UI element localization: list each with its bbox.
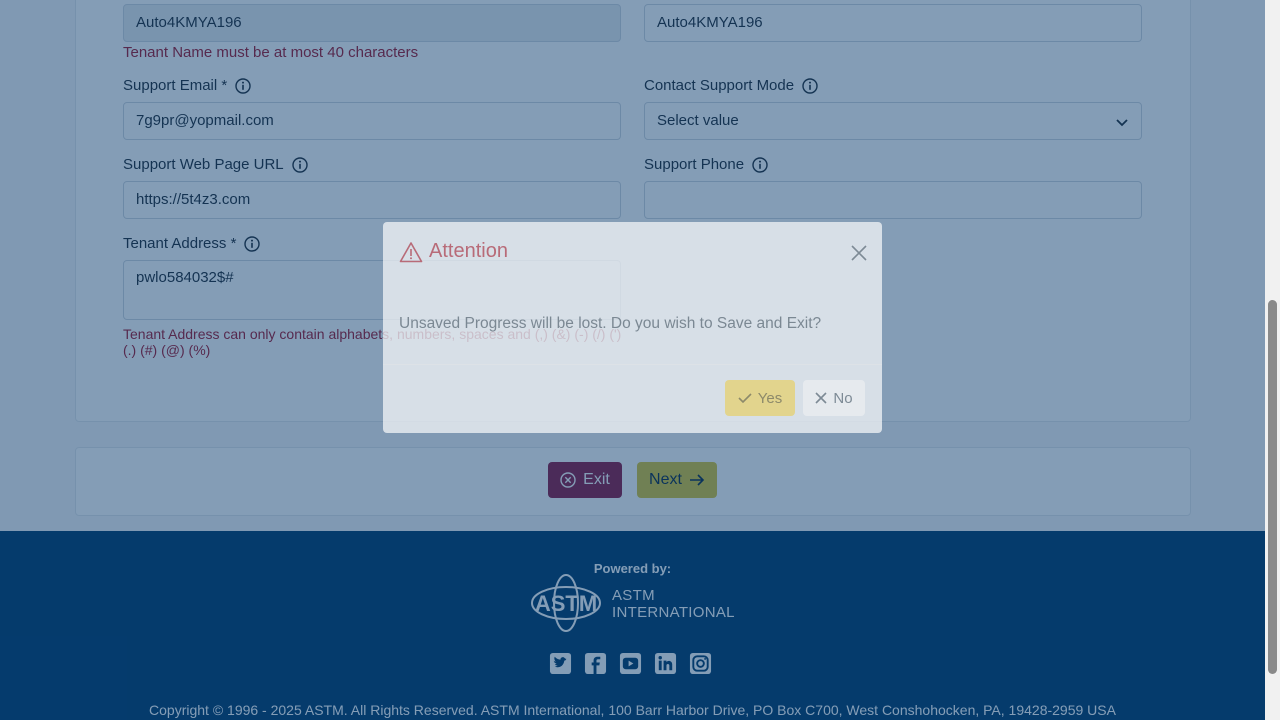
dialog-divider (383, 364, 882, 365)
yes-button-label: Yes (757, 389, 783, 407)
close-icon (815, 392, 827, 404)
no-button-label: No (833, 389, 853, 407)
no-button[interactable]: No (803, 380, 865, 416)
attention-dialog: Attention Unsaved Progress will be lost.… (383, 222, 882, 433)
scrollbar-thumb[interactable] (1268, 300, 1277, 674)
dialog-header: Attention (399, 240, 508, 263)
warning-icon (399, 241, 423, 262)
check-icon (738, 393, 752, 404)
dialog-title: Attention (429, 240, 508, 262)
yes-button[interactable]: Yes (725, 380, 795, 416)
close-icon[interactable] (850, 244, 868, 262)
page-scrollbar[interactable] (1265, 0, 1280, 720)
dialog-message: Unsaved Progress will be lost. Do you wi… (399, 315, 822, 332)
